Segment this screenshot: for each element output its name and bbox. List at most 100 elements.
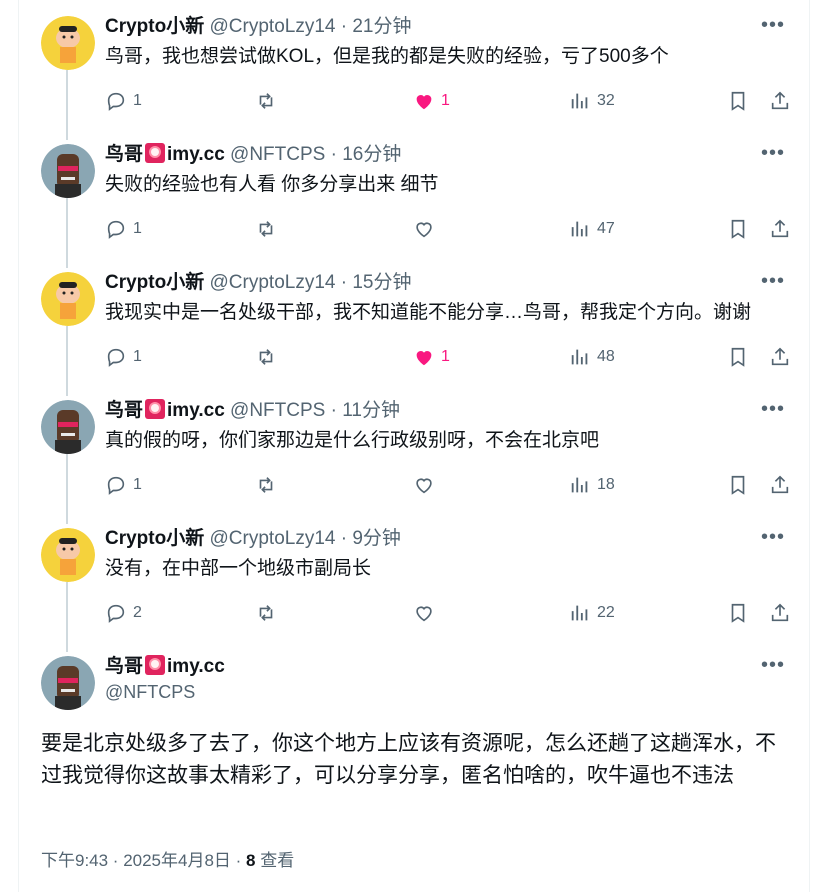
reply-tweet[interactable]: Crypto小新 @CryptoLzy14 · 15分钟 ••• 我现实中是一名…: [19, 256, 809, 396]
user-handle[interactable]: @NFTCPS: [230, 144, 325, 165]
like-button[interactable]: [413, 600, 435, 626]
like-button[interactable]: [413, 472, 435, 498]
views-icon: [571, 221, 588, 237]
tweet-header: Crypto小新 @CryptoLzy14 · 15分钟: [105, 270, 412, 296]
user-handle[interactable]: @NFTCPS: [230, 400, 325, 421]
views-button[interactable]: 18: [569, 472, 615, 498]
reply-count: 1: [133, 348, 142, 365]
like-button[interactable]: [413, 216, 435, 242]
repost-button[interactable]: [255, 344, 277, 370]
reply-button[interactable]: 1: [105, 344, 142, 370]
views-icon: [571, 477, 588, 493]
bookmark-button[interactable]: [727, 600, 749, 626]
bookmark-icon: [731, 475, 745, 495]
avatar[interactable]: [41, 400, 95, 454]
tweet-text: 真的假的呀，你们家那边是什么行政级别呀，不会在北京吧: [105, 430, 600, 451]
action-bar: 2 22: [105, 600, 795, 626]
timestamp[interactable]: 11分钟: [342, 400, 400, 421]
siren-icon: [145, 143, 166, 163]
repost-icon: [259, 477, 273, 493]
timestamp[interactable]: 21分钟: [352, 16, 411, 37]
conversation-thread: Crypto小新 @CryptoLzy14 · 21分钟 ••• 鸟哥，我也想尝…: [18, 0, 810, 892]
like-button[interactable]: 1: [413, 344, 450, 370]
reply-tweet[interactable]: 鸟哥 imy.cc @NFTCPS · 16分钟 ••• 失败的经验也有人看 你多…: [19, 128, 809, 268]
bookmark-icon: [731, 219, 745, 239]
action-bar: 1 1 48: [105, 344, 795, 370]
reply-icon: [107, 92, 125, 111]
view-count: 18: [597, 476, 615, 493]
tweet-header: 鸟哥 imy.cc @NFTCPS · 16分钟: [105, 142, 401, 168]
bookmark-button[interactable]: [727, 472, 749, 498]
avatar[interactable]: [41, 656, 95, 710]
display-name[interactable]: 鸟哥 imy.cc: [105, 399, 225, 421]
post-timestamp[interactable]: 下午9:43 · 2025年4月8日 ·: [41, 851, 246, 870]
reply-button[interactable]: 1: [105, 216, 142, 242]
tweet-text: 没有，在中部一个地级市副局长: [105, 558, 372, 579]
more-icon[interactable]: •••: [761, 399, 785, 419]
repost-button[interactable]: [255, 600, 277, 626]
timestamp[interactable]: 15分钟: [352, 272, 411, 293]
user-handle[interactable]: @CryptoLzy14: [210, 528, 336, 549]
reply-count: 1: [133, 92, 142, 109]
share-button[interactable]: [769, 88, 791, 114]
repost-button[interactable]: [255, 216, 277, 242]
tweet-header: Crypto小新 @CryptoLzy14 · 9分钟: [105, 526, 401, 552]
reply-icon: [107, 476, 125, 495]
reply-count: 1: [133, 220, 142, 237]
timestamp[interactable]: 16分钟: [342, 144, 401, 165]
bookmark-button[interactable]: [727, 88, 749, 114]
reply-button[interactable]: 1: [105, 472, 142, 498]
reply-tweet[interactable]: Crypto小新 @CryptoLzy14 · 21分钟 ••• 鸟哥，我也想尝…: [19, 0, 809, 140]
more-icon[interactable]: •••: [761, 15, 785, 35]
more-icon[interactable]: •••: [761, 143, 785, 163]
share-button[interactable]: [769, 472, 791, 498]
reply-icon: [107, 348, 125, 367]
display-name[interactable]: Crypto小新: [105, 528, 204, 549]
avatar[interactable]: [41, 16, 95, 70]
bookmark-button[interactable]: [727, 344, 749, 370]
share-button[interactable]: [769, 600, 791, 626]
user-handle[interactable]: @NFTCPS: [105, 682, 195, 703]
display-name[interactable]: Crypto小新: [105, 16, 204, 37]
reply-tweet[interactable]: 鸟哥 imy.cc @NFTCPS · 11分钟 ••• 真的假的呀，你们家那边是…: [19, 384, 809, 524]
reply-button[interactable]: 1: [105, 88, 142, 114]
bookmark-button[interactable]: [727, 216, 749, 242]
user-handle[interactable]: @CryptoLzy14: [210, 272, 336, 293]
repost-button[interactable]: [255, 88, 277, 114]
views-button[interactable]: 48: [569, 344, 615, 370]
reply-button[interactable]: 2: [105, 600, 142, 626]
views-button[interactable]: 32: [569, 88, 615, 114]
avatar[interactable]: [41, 144, 95, 198]
views-label: 查看: [255, 851, 295, 870]
view-count: 48: [597, 348, 615, 365]
view-count: 22: [597, 604, 615, 621]
share-button[interactable]: [769, 344, 791, 370]
user-handle[interactable]: @CryptoLzy14: [210, 16, 336, 37]
display-name[interactable]: Crypto小新: [105, 272, 204, 293]
more-icon[interactable]: •••: [761, 271, 785, 291]
more-icon[interactable]: •••: [761, 527, 785, 547]
tweet-text: 我现实中是一名处级干部，我不知道能不能分享…鸟哥，帮我定个方向。谢谢: [105, 302, 752, 323]
more-icon[interactable]: •••: [761, 655, 785, 675]
display-name[interactable]: 鸟哥 imy.cc: [105, 143, 225, 165]
share-button[interactable]: [769, 216, 791, 242]
repost-button[interactable]: [255, 472, 277, 498]
separator-dot: ·: [340, 272, 348, 293]
share-icon: [771, 603, 789, 622]
views-icon: [571, 605, 588, 621]
siren-icon: [145, 399, 166, 419]
views-button[interactable]: 22: [569, 600, 615, 626]
reply-tweet[interactable]: Crypto小新 @CryptoLzy14 · 9分钟 ••• 没有，在中部一个…: [19, 512, 809, 652]
reply-icon: [107, 220, 125, 239]
views-button[interactable]: 47: [569, 216, 615, 242]
timestamp[interactable]: 9分钟: [352, 528, 401, 549]
avatar[interactable]: [41, 272, 95, 326]
avatar[interactable]: [41, 528, 95, 582]
focused-tweet: 鸟哥 imy.cc @NFTCPS ••• 要是北京处级多了去了，你这个地方上应该…: [19, 640, 809, 892]
display-name[interactable]: 鸟哥 imy.cc: [105, 654, 225, 680]
share-icon: [771, 347, 789, 366]
share-icon: [771, 475, 789, 494]
heart-icon: [416, 478, 432, 494]
like-button[interactable]: 1: [413, 88, 450, 114]
repost-icon: [259, 605, 273, 621]
